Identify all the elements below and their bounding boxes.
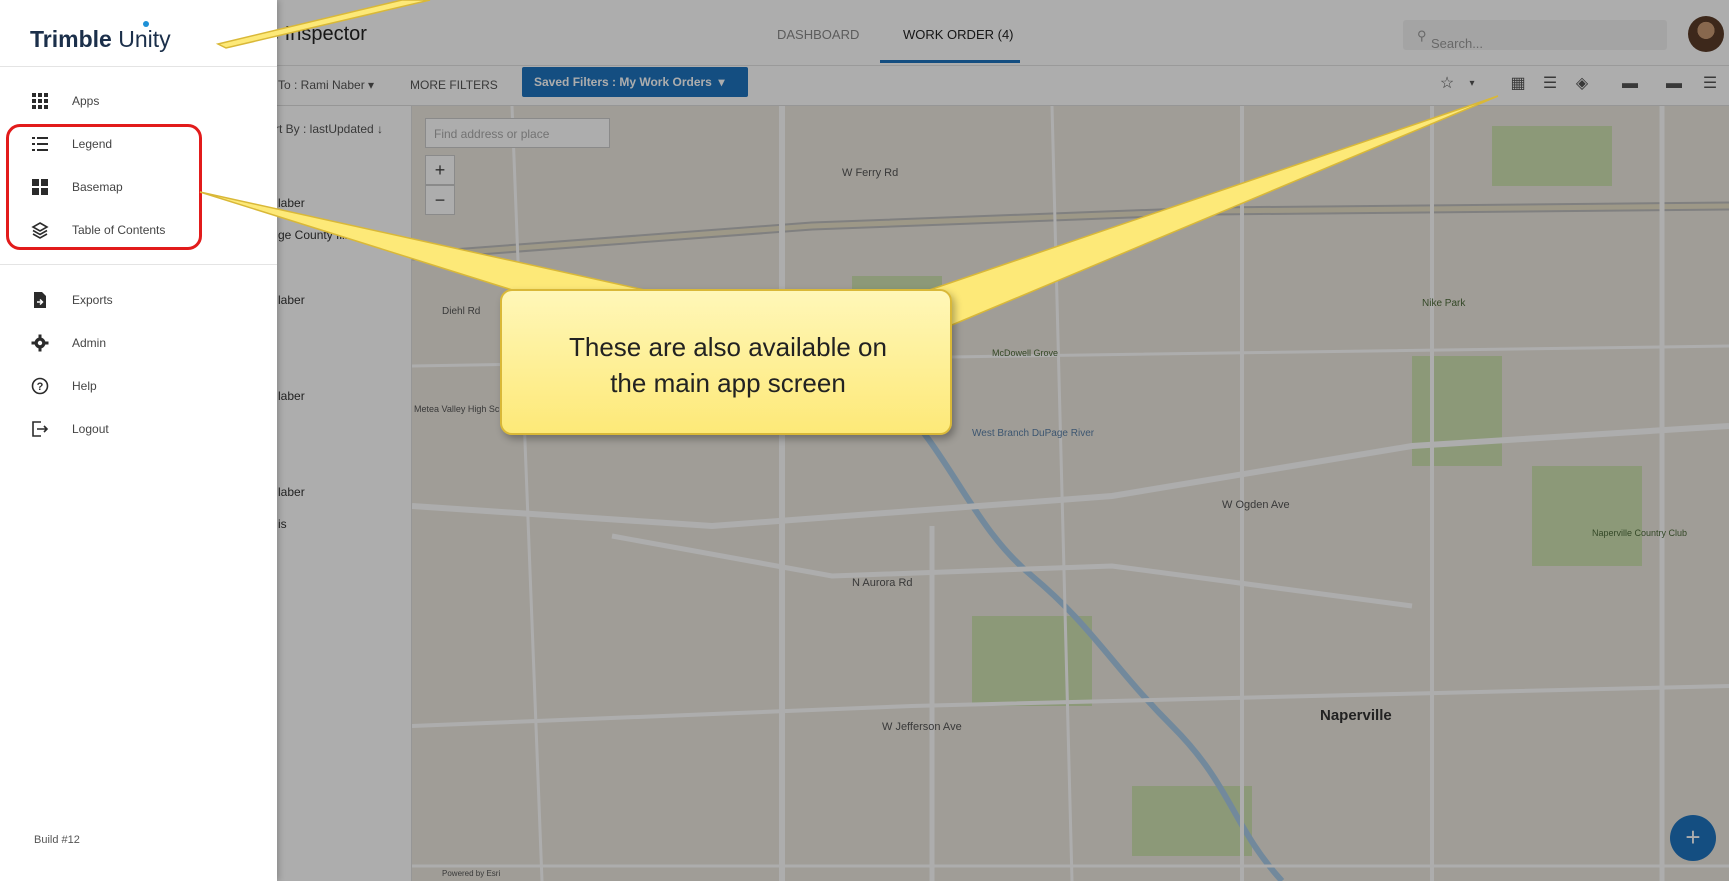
- callout-text: These are also available on the main app…: [569, 332, 887, 398]
- callout-box: These are also available on the main app…: [500, 289, 952, 435]
- callout-pointers: [199, 0, 1499, 331]
- callout-pointer-right: [898, 95, 1499, 331]
- callout-pointer-top: [215, 0, 431, 49]
